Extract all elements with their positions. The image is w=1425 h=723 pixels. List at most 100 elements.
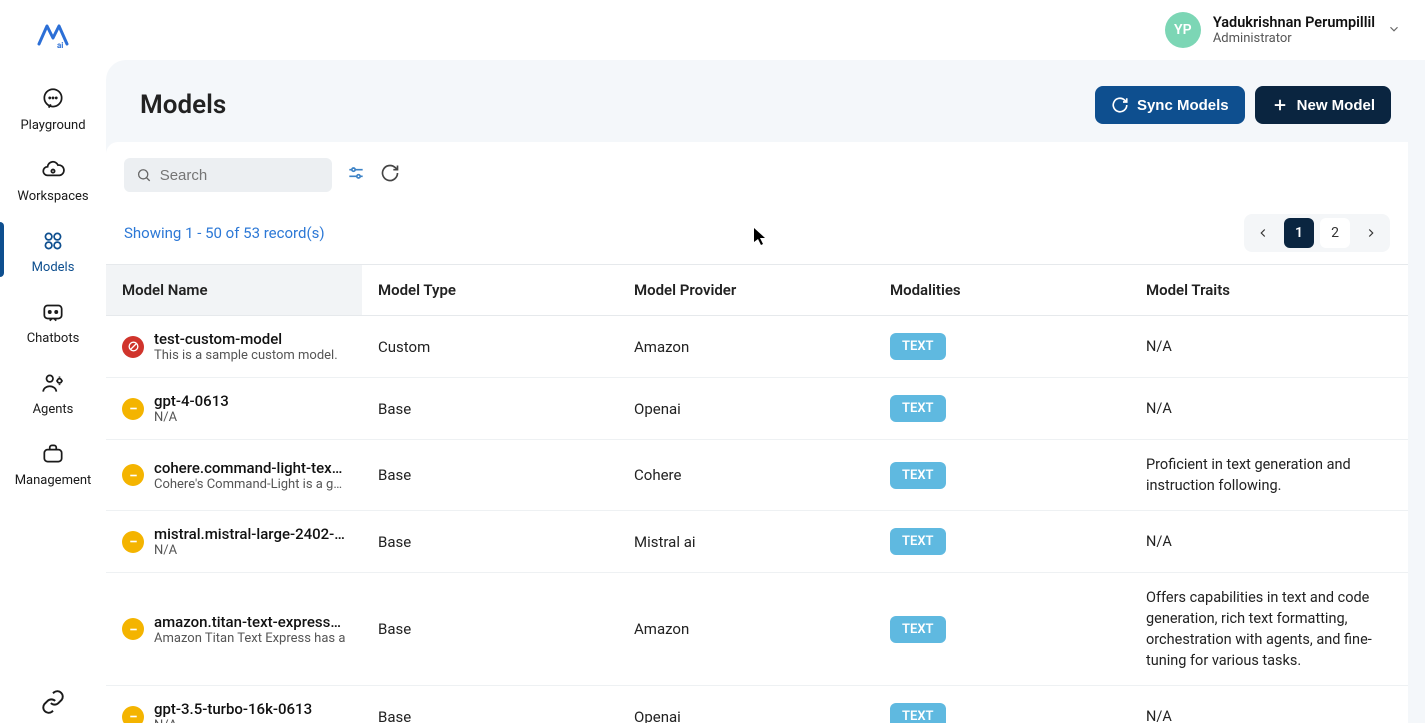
model-status-icon bbox=[122, 618, 144, 640]
chat-icon bbox=[40, 86, 66, 112]
page-2-button[interactable]: 2 bbox=[1320, 218, 1350, 248]
toolbar bbox=[106, 142, 1408, 192]
page-title: Models bbox=[140, 90, 226, 120]
model-type: Custom bbox=[362, 324, 618, 370]
col-header-type[interactable]: Model Type bbox=[362, 265, 618, 315]
model-type: Base bbox=[362, 452, 618, 498]
refresh-button[interactable] bbox=[380, 163, 400, 187]
model-status-icon bbox=[122, 336, 144, 358]
col-header-provider[interactable]: Model Provider bbox=[618, 265, 874, 315]
user-menu-toggle[interactable] bbox=[1387, 21, 1401, 40]
model-type: Base bbox=[362, 606, 618, 652]
sidebar-item-playground[interactable]: Playground bbox=[0, 72, 106, 143]
user-name: Yadukrishnan Perumpillil bbox=[1213, 14, 1375, 31]
cloud-icon bbox=[40, 157, 66, 183]
page-1-button[interactable]: 1 bbox=[1284, 218, 1314, 248]
model-status-icon bbox=[122, 398, 144, 420]
refresh-icon bbox=[1111, 96, 1129, 114]
model-name: mistral.mistral-large-2402-v1: bbox=[154, 525, 346, 543]
model-type: Base bbox=[362, 694, 618, 723]
model-traits: N/A bbox=[1130, 322, 1408, 371]
modality-badge: TEXT bbox=[890, 462, 946, 489]
col-header-name[interactable]: Model Name bbox=[106, 265, 362, 315]
search-box[interactable] bbox=[124, 158, 332, 192]
sidebar-item-label: Management bbox=[15, 473, 92, 488]
model-provider: Openai bbox=[618, 694, 874, 723]
sidebar-item-label: Playground bbox=[20, 118, 85, 133]
model-traits: N/A bbox=[1130, 517, 1408, 566]
table-row[interactable]: gpt-4-0613N/ABaseOpenaiTEXTN/A bbox=[106, 378, 1408, 440]
chatbot-icon bbox=[40, 299, 66, 325]
model-provider: Mistral ai bbox=[618, 519, 874, 565]
topbar: YP Yadukrishnan Perumpillil Administrato… bbox=[106, 0, 1425, 60]
chevron-down-icon bbox=[1387, 22, 1401, 36]
sidebar-item-agents[interactable]: Agents bbox=[0, 356, 106, 427]
filter-button[interactable] bbox=[346, 163, 366, 187]
sidebar-item-management[interactable]: Management bbox=[0, 427, 106, 498]
col-header-modalities[interactable]: Modalities bbox=[874, 265, 1130, 315]
model-desc: N/A bbox=[154, 543, 346, 558]
refresh-icon bbox=[380, 163, 400, 183]
result-count: Showing 1 - 50 of 53 record(s) bbox=[124, 224, 325, 242]
model-name: amazon.titan-text-express-v1 bbox=[154, 613, 346, 631]
model-desc: Amazon Titan Text Express has a bbox=[154, 631, 346, 646]
modality-badge: TEXT bbox=[890, 616, 946, 643]
modality-badge: TEXT bbox=[890, 395, 946, 422]
model-desc: N/A bbox=[154, 718, 312, 723]
model-name: gpt-4-0613 bbox=[154, 392, 229, 410]
sidebar-item-models[interactable]: Models bbox=[0, 214, 106, 285]
model-status-icon bbox=[122, 531, 144, 553]
sidebar-item-chatbots[interactable]: Chatbots bbox=[0, 285, 106, 356]
model-desc: Cohere's Command-Light is a gene bbox=[154, 477, 346, 492]
sync-models-button[interactable]: Sync Models bbox=[1095, 86, 1245, 124]
svg-text:ai: ai bbox=[57, 41, 63, 50]
sidebar-item-link[interactable] bbox=[0, 675, 106, 723]
model-desc: This is a sample custom model. bbox=[154, 348, 338, 363]
table-row[interactable]: mistral.mistral-large-2402-v1:N/ABaseMis… bbox=[106, 511, 1408, 573]
search-input[interactable] bbox=[160, 167, 320, 184]
sidebar-item-workspaces[interactable]: Workspaces bbox=[0, 143, 106, 214]
table-row[interactable]: test-custom-modelThis is a sample custom… bbox=[106, 316, 1408, 378]
sidebar-item-label: Agents bbox=[33, 402, 74, 417]
modality-badge: TEXT bbox=[890, 528, 946, 555]
model-provider: Cohere bbox=[618, 452, 874, 498]
model-name: test-custom-model bbox=[154, 330, 338, 348]
briefcase-icon bbox=[40, 441, 66, 467]
model-provider: Amazon bbox=[618, 606, 874, 652]
model-status-icon bbox=[122, 464, 144, 486]
models-table: Model Name Model Type Model Provider Mod… bbox=[106, 264, 1408, 723]
models-icon bbox=[40, 228, 66, 254]
page-prev-button[interactable] bbox=[1248, 218, 1278, 248]
new-model-button[interactable]: New Model bbox=[1255, 86, 1391, 124]
page-header: Models Sync Models New Model bbox=[106, 60, 1425, 142]
sidebar-item-label: Workspaces bbox=[17, 189, 88, 204]
link-icon bbox=[40, 689, 66, 715]
model-status-icon bbox=[122, 706, 144, 723]
chevron-right-icon bbox=[1364, 226, 1378, 240]
plus-icon bbox=[1271, 96, 1289, 114]
model-name: gpt-3.5-turbo-16k-0613 bbox=[154, 700, 312, 718]
table-row[interactable]: gpt-3.5-turbo-16k-0613N/ABaseOpenaiTEXTN… bbox=[106, 686, 1408, 723]
table-header: Model Name Model Type Model Provider Mod… bbox=[106, 264, 1408, 316]
sidebar: ai Playground Workspaces Models Chatbots… bbox=[0, 0, 106, 723]
main-content: Models Sync Models New Model bbox=[106, 60, 1425, 723]
model-desc: N/A bbox=[154, 410, 229, 425]
modality-badge: TEXT bbox=[890, 333, 946, 360]
model-type: Base bbox=[362, 519, 618, 565]
model-traits: N/A bbox=[1130, 384, 1408, 433]
app-logo: ai bbox=[35, 18, 71, 50]
model-name: cohere.command-light-text-v1 bbox=[154, 459, 346, 477]
sidebar-item-label: Models bbox=[32, 260, 75, 275]
page-next-button[interactable] bbox=[1356, 218, 1386, 248]
avatar[interactable]: YP bbox=[1165, 12, 1201, 48]
sidebar-item-label: Chatbots bbox=[27, 331, 80, 346]
col-header-traits[interactable]: Model Traits bbox=[1130, 265, 1408, 315]
mouse-cursor bbox=[754, 228, 766, 246]
table-row[interactable]: amazon.titan-text-express-v1Amazon Titan… bbox=[106, 573, 1408, 686]
model-provider: Amazon bbox=[618, 324, 874, 370]
search-icon bbox=[136, 166, 152, 184]
pagination: 1 2 bbox=[1244, 214, 1390, 252]
model-traits: Proficient in text generation and instru… bbox=[1130, 440, 1408, 510]
table-row[interactable]: cohere.command-light-text-v1Cohere's Com… bbox=[106, 440, 1408, 511]
sliders-icon bbox=[346, 163, 366, 183]
